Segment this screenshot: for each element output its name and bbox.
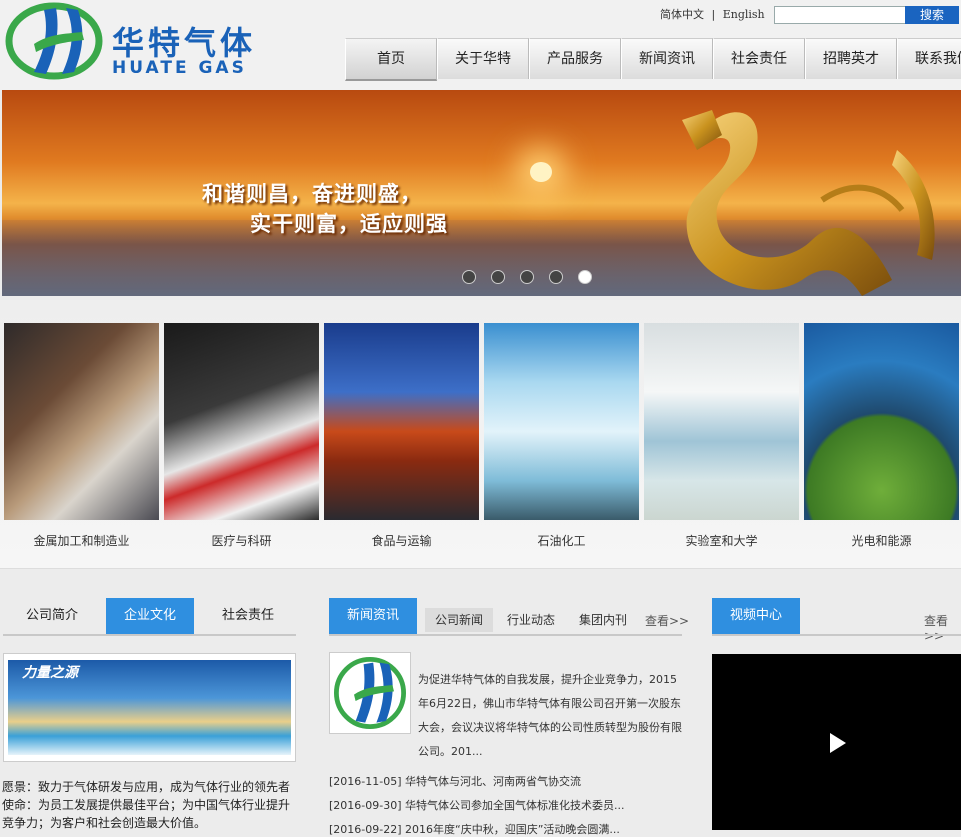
cleanroom-image <box>644 323 799 520</box>
category-metal[interactable]: 金属加工和制造业 <box>4 323 159 549</box>
truck-image <box>324 323 479 520</box>
main-nav: 首页 关于华特 产品服务 新闻资讯 社会责任 招聘英才 联系我们 <box>345 38 961 81</box>
category-label: 医疗与科研 <box>211 534 272 548</box>
video-section-title[interactable]: 视频中心 <box>712 598 800 634</box>
news-more-link[interactable]: 查看>> <box>645 612 689 629</box>
nav-contact[interactable]: 联系我们 <box>897 38 961 79</box>
news-date: [2016-09-30] <box>329 799 402 812</box>
banner-slogan-line1: 和谐则昌，奋进则盛， <box>202 182 422 206</box>
news-title: 华特气体与河北、河南两省气协交流 <box>405 775 582 788</box>
category-food-transport[interactable]: 食品与运输 <box>324 323 479 549</box>
category-lab-university[interactable]: 实验室和大学 <box>644 323 799 549</box>
golden-dragon-image <box>682 110 935 296</box>
culture-text: 愿景：致力于气体研发与应用，成为气体行业的领先者使命：为员工发展提供最佳平台；为… <box>2 780 291 830</box>
slide-dot-2[interactable] <box>491 270 505 284</box>
news-lead-text[interactable]: 为促进华特气体的自我发展，提升企业竞争力，2015年6月22日，佛山市华特气体有… <box>418 668 683 764</box>
nav-news[interactable]: 新闻资讯 <box>621 38 713 79</box>
news-thumbnail[interactable] <box>329 652 411 734</box>
news-item[interactable]: [2016-09-30] 华特气体公司参加全国气体标准化技术委员... <box>329 797 625 813</box>
nav-about[interactable]: 关于华特 <box>437 38 529 79</box>
news-item[interactable]: [2016-09-22] 2016年度“庆中秋，迎国庆”活动晚会圆满... <box>329 821 620 837</box>
tab-corporate-culture[interactable]: 企业文化 <box>106 598 194 634</box>
video-more-link[interactable]: 查看>> <box>924 612 961 643</box>
video-player[interactable] <box>712 654 961 830</box>
lang-en-link[interactable]: English <box>723 8 765 21</box>
laboratory-image <box>164 323 319 520</box>
news-tab-journal[interactable]: 集团内刊 <box>569 608 637 632</box>
huate-logo-icon[interactable] <box>4 2 104 80</box>
news-section-title[interactable]: 新闻资讯 <box>329 598 417 634</box>
play-icon[interactable] <box>828 732 848 754</box>
tab-social-responsibility[interactable]: 社会责任 <box>204 598 292 634</box>
news-tab-industry[interactable]: 行业动态 <box>497 608 565 632</box>
category-label: 实验室和大学 <box>685 534 758 548</box>
search-button[interactable]: 搜索 <box>905 6 959 24</box>
news-tab-company[interactable]: 公司新闻 <box>425 608 493 632</box>
search-input[interactable] <box>774 6 908 24</box>
nav-careers[interactable]: 招聘英才 <box>805 38 897 79</box>
category-medical[interactable]: 医疗与科研 <box>164 323 319 549</box>
tab-label: 公司简介 <box>25 608 78 623</box>
hero-banner[interactable]: 和谐则昌，奋进则盛， 实干则富，适应则强 <box>2 90 961 296</box>
nav-home[interactable]: 首页 <box>345 38 437 81</box>
news-date: [2016-11-05] <box>329 775 402 788</box>
nav-social[interactable]: 社会责任 <box>713 38 805 79</box>
banner-slogan-line2: 实干则富，适应则强 <box>250 212 448 236</box>
brand-name-en: HUATE GAS <box>112 58 247 78</box>
category-label: 石油化工 <box>537 534 586 548</box>
gas-tank-image <box>484 323 639 520</box>
slide-dots <box>462 270 592 284</box>
nav-products[interactable]: 产品服务 <box>529 38 621 79</box>
slide-dot-5-active[interactable] <box>578 270 592 284</box>
category-petrochemical[interactable]: 石油化工 <box>484 323 639 549</box>
category-label: 食品与运输 <box>371 534 432 548</box>
tab-underline <box>3 634 296 636</box>
news-title: 华特气体公司参加全国气体标准化技术委员... <box>405 799 625 812</box>
slide-dot-1[interactable] <box>462 270 476 284</box>
tab-company-profile[interactable]: 公司简介 <box>8 598 96 634</box>
lang-cn-link[interactable]: 简体中文 <box>660 8 704 21</box>
green-planet-image <box>804 323 959 520</box>
category-label: 光电和能源 <box>851 534 912 548</box>
sun-image <box>530 162 552 182</box>
welding-image <box>4 323 159 520</box>
tab-label: 社会责任 <box>221 608 274 623</box>
category-optoelectronic[interactable]: 光电和能源 <box>804 323 959 549</box>
video-underline <box>712 634 961 636</box>
slide-dot-4[interactable] <box>549 270 563 284</box>
huate-logo-icon <box>334 657 406 729</box>
category-label: 金属加工和制造业 <box>33 534 130 548</box>
slide-dot-3[interactable] <box>520 270 534 284</box>
news-underline <box>329 634 682 636</box>
news-item[interactable]: [2016-11-05] 华特气体与河北、河南两省气协交流 <box>329 773 581 789</box>
culture-image[interactable]: 力量之源 <box>3 653 296 762</box>
culture-caption: 力量之源 <box>22 665 78 681</box>
lang-separator: | <box>711 8 716 21</box>
language-bar: 简体中文 | English <box>660 6 769 22</box>
